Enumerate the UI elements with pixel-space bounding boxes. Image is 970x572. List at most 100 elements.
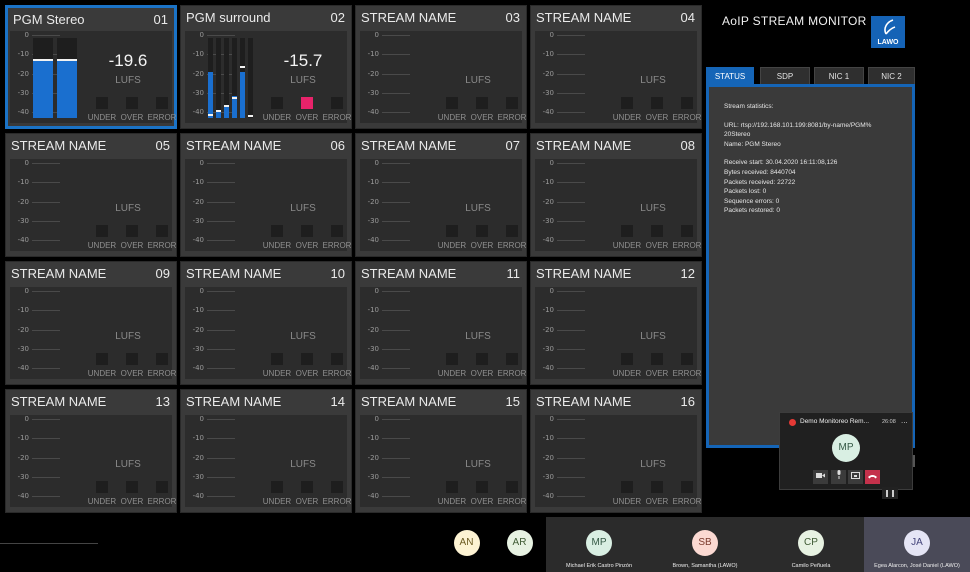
- over-indicator: [476, 353, 488, 365]
- scale-gridline: [382, 221, 410, 222]
- meter-gridlines: [207, 159, 235, 251]
- mic-button[interactable]: [831, 470, 846, 484]
- scale-gridline: [382, 240, 410, 241]
- scale-gridline: [557, 349, 585, 350]
- scale-gridline: [32, 458, 60, 459]
- camera-button[interactable]: [813, 470, 828, 484]
- under-indicator: [621, 225, 633, 237]
- lufs-label: LUFS: [465, 75, 491, 86]
- meter-gridlines: [382, 31, 410, 123]
- participant-name: Camilo Peñuela: [791, 563, 831, 569]
- participant-tile[interactable]: SB Brown, Samantha (LAWO): [652, 517, 758, 572]
- participant-tile[interactable]: MP Michael Erik Castro Pinzón: [546, 517, 652, 572]
- scale-tick-label: -10: [192, 306, 204, 314]
- error-indicator: [156, 481, 168, 493]
- error-indicator: [681, 481, 693, 493]
- under-indicator: [96, 481, 108, 493]
- under-label: UNDER: [262, 113, 292, 122]
- stream-tile[interactable]: STREAM NAME 06 0 -10 -20 -30 -40 LUFS UNDER OVER E…: [180, 133, 352, 257]
- stream-tile[interactable]: STREAM NAME 10 0 -10 -20 -30 -40 LUFS UNDER OVER E…: [180, 261, 352, 385]
- error-indicator: [681, 225, 693, 237]
- share-button[interactable]: [848, 470, 863, 484]
- scale-tick-label: -40: [192, 108, 204, 116]
- stream-tile[interactable]: STREAM NAME 13 0 -10 -20 -30 -40 LUFS UNDER OVER E…: [5, 389, 177, 513]
- meter-area: 0 -10 -20 -30 -40 LUFS UNDER OVER ERROR: [535, 415, 701, 507]
- scale-tick-label: -10: [192, 178, 204, 186]
- scale-tick-label: -40: [542, 364, 554, 372]
- scale-tick-label: -20: [542, 454, 554, 462]
- under-indicator: [446, 97, 458, 109]
- meter-gridlines: [557, 159, 585, 251]
- scale-tick-label: -40: [367, 236, 379, 244]
- scale-tick-label: -20: [17, 198, 29, 206]
- meter-fill: [33, 59, 53, 118]
- stream-tile[interactable]: STREAM NAME 03 0 -10 -20 -30 -40 LUFS UNDER OVER E…: [355, 5, 527, 129]
- call-popup[interactable]: Demo Monitoreo Rem... 26:08 ... MP: [779, 412, 913, 490]
- participant-tile[interactable]: AN: [440, 517, 493, 572]
- over-indicator: [476, 481, 488, 493]
- stream-tile[interactable]: STREAM NAME 14 0 -10 -20 -30 -40 LUFS UNDER OVER E…: [180, 389, 352, 513]
- stream-tile[interactable]: STREAM NAME 15 0 -10 -20 -30 -40 LUFS UNDER OVER E…: [355, 389, 527, 513]
- scale-tick-label: -20: [192, 326, 204, 334]
- stream-tile[interactable]: STREAM NAME 09 0 -10 -20 -30 -40 LUFS UNDER OVER E…: [5, 261, 177, 385]
- scale-gridline: [557, 291, 585, 292]
- scale-tick-label: 0: [374, 287, 379, 295]
- scale-tick-label: 0: [24, 287, 29, 295]
- tab-nic-1[interactable]: NIC 1: [814, 67, 864, 85]
- stream-number: 06: [330, 138, 345, 153]
- level-meter-bar: [232, 38, 237, 118]
- stream-tile[interactable]: PGM surround 02 0 -10 -20 -30 -40 -15.7 LUFS UNDE…: [180, 5, 352, 129]
- over-indicator: [301, 97, 313, 109]
- stream-tile[interactable]: STREAM NAME 05 0 -10 -20 -30 -40 LUFS UNDER OVER E…: [5, 133, 177, 257]
- meter-fill: [224, 106, 229, 118]
- more-options-button[interactable]: ...: [901, 416, 908, 425]
- tab-nic-2[interactable]: NIC 2: [868, 67, 915, 85]
- meter-gridlines: [382, 287, 410, 379]
- stream-tile[interactable]: STREAM NAME 08 0 -10 -20 -30 -40 LUFS UNDER OVER E…: [530, 133, 702, 257]
- scale-gridline: [557, 163, 585, 164]
- tab-sdp[interactable]: SDP: [760, 67, 810, 85]
- participant-tile[interactable]: CP Camilo Peñuela: [758, 517, 864, 572]
- stream-name: STREAM NAME: [536, 266, 632, 281]
- scale-gridline: [382, 291, 410, 292]
- scale-gridline: [382, 310, 410, 311]
- meter-area: 0 -10 -20 -30 -40 -19.6 LUFS UNDER OVER ERROR: [10, 31, 176, 123]
- lufs-label: LUFS: [640, 203, 666, 214]
- pause-button[interactable]: [882, 487, 898, 499]
- under-indicator: [446, 481, 458, 493]
- scale-tick-label: -30: [192, 217, 204, 225]
- scale-tick-label: -20: [542, 326, 554, 334]
- over-indicator: [126, 225, 138, 237]
- side-scroll-handle[interactable]: [913, 455, 915, 467]
- lufs-label: LUFS: [115, 75, 141, 86]
- error-label: ERROR: [497, 497, 527, 506]
- scale-tick-label: -20: [17, 326, 29, 334]
- stream-tile[interactable]: STREAM NAME 12 0 -10 -20 -30 -40 LUFS UNDER OVER E…: [530, 261, 702, 385]
- error-label: ERROR: [672, 241, 702, 250]
- meter-peak: [224, 104, 229, 107]
- stream-tile[interactable]: STREAM NAME 11 0 -10 -20 -30 -40 LUFS UNDER OVER E…: [355, 261, 527, 385]
- stream-tile[interactable]: STREAM NAME 16 0 -10 -20 -30 -40 LUFS UNDER OVER E…: [530, 389, 702, 513]
- meter-fill: [57, 59, 77, 118]
- participant-avatar: JA: [904, 530, 930, 556]
- tab-status[interactable]: STATUS: [706, 67, 754, 85]
- stream-tile[interactable]: STREAM NAME 04 0 -10 -20 -30 -40 LUFS UNDER OVER E…: [530, 5, 702, 129]
- stream-tile[interactable]: PGM Stereo 01 0 -10 -20 -30 -40 -19.6 LUFS UNDER O…: [5, 5, 177, 129]
- scale-tick-label: -30: [17, 89, 29, 97]
- participant-name: Egea Alarcon, José Daniel (LAWO): [874, 563, 960, 569]
- participant-tile[interactable]: JA Egea Alarcon, José Daniel (LAWO): [864, 517, 970, 572]
- stream-number: 14: [330, 394, 345, 409]
- meter-area: 0 -10 -20 -30 -40 LUFS UNDER OVER ERROR: [535, 287, 701, 379]
- meter-gridlines: [32, 159, 60, 251]
- status-sequence-errors: Sequence errors: 0: [724, 197, 780, 205]
- under-label: UNDER: [612, 497, 642, 506]
- stream-number: 15: [505, 394, 520, 409]
- meter-area: 0 -10 -20 -30 -40 LUFS UNDER OVER ERROR: [10, 159, 176, 251]
- participant-tile[interactable]: AR: [493, 517, 546, 572]
- under-indicator: [271, 481, 283, 493]
- stream-tile[interactable]: STREAM NAME 07 0 -10 -20 -30 -40 LUFS UNDER OVER E…: [355, 133, 527, 257]
- scale-tick-label: -20: [192, 70, 204, 78]
- over-indicator: [301, 225, 313, 237]
- hangup-button[interactable]: [865, 470, 880, 484]
- meter-scale: 0 -10 -20 -30 -40: [185, 287, 207, 379]
